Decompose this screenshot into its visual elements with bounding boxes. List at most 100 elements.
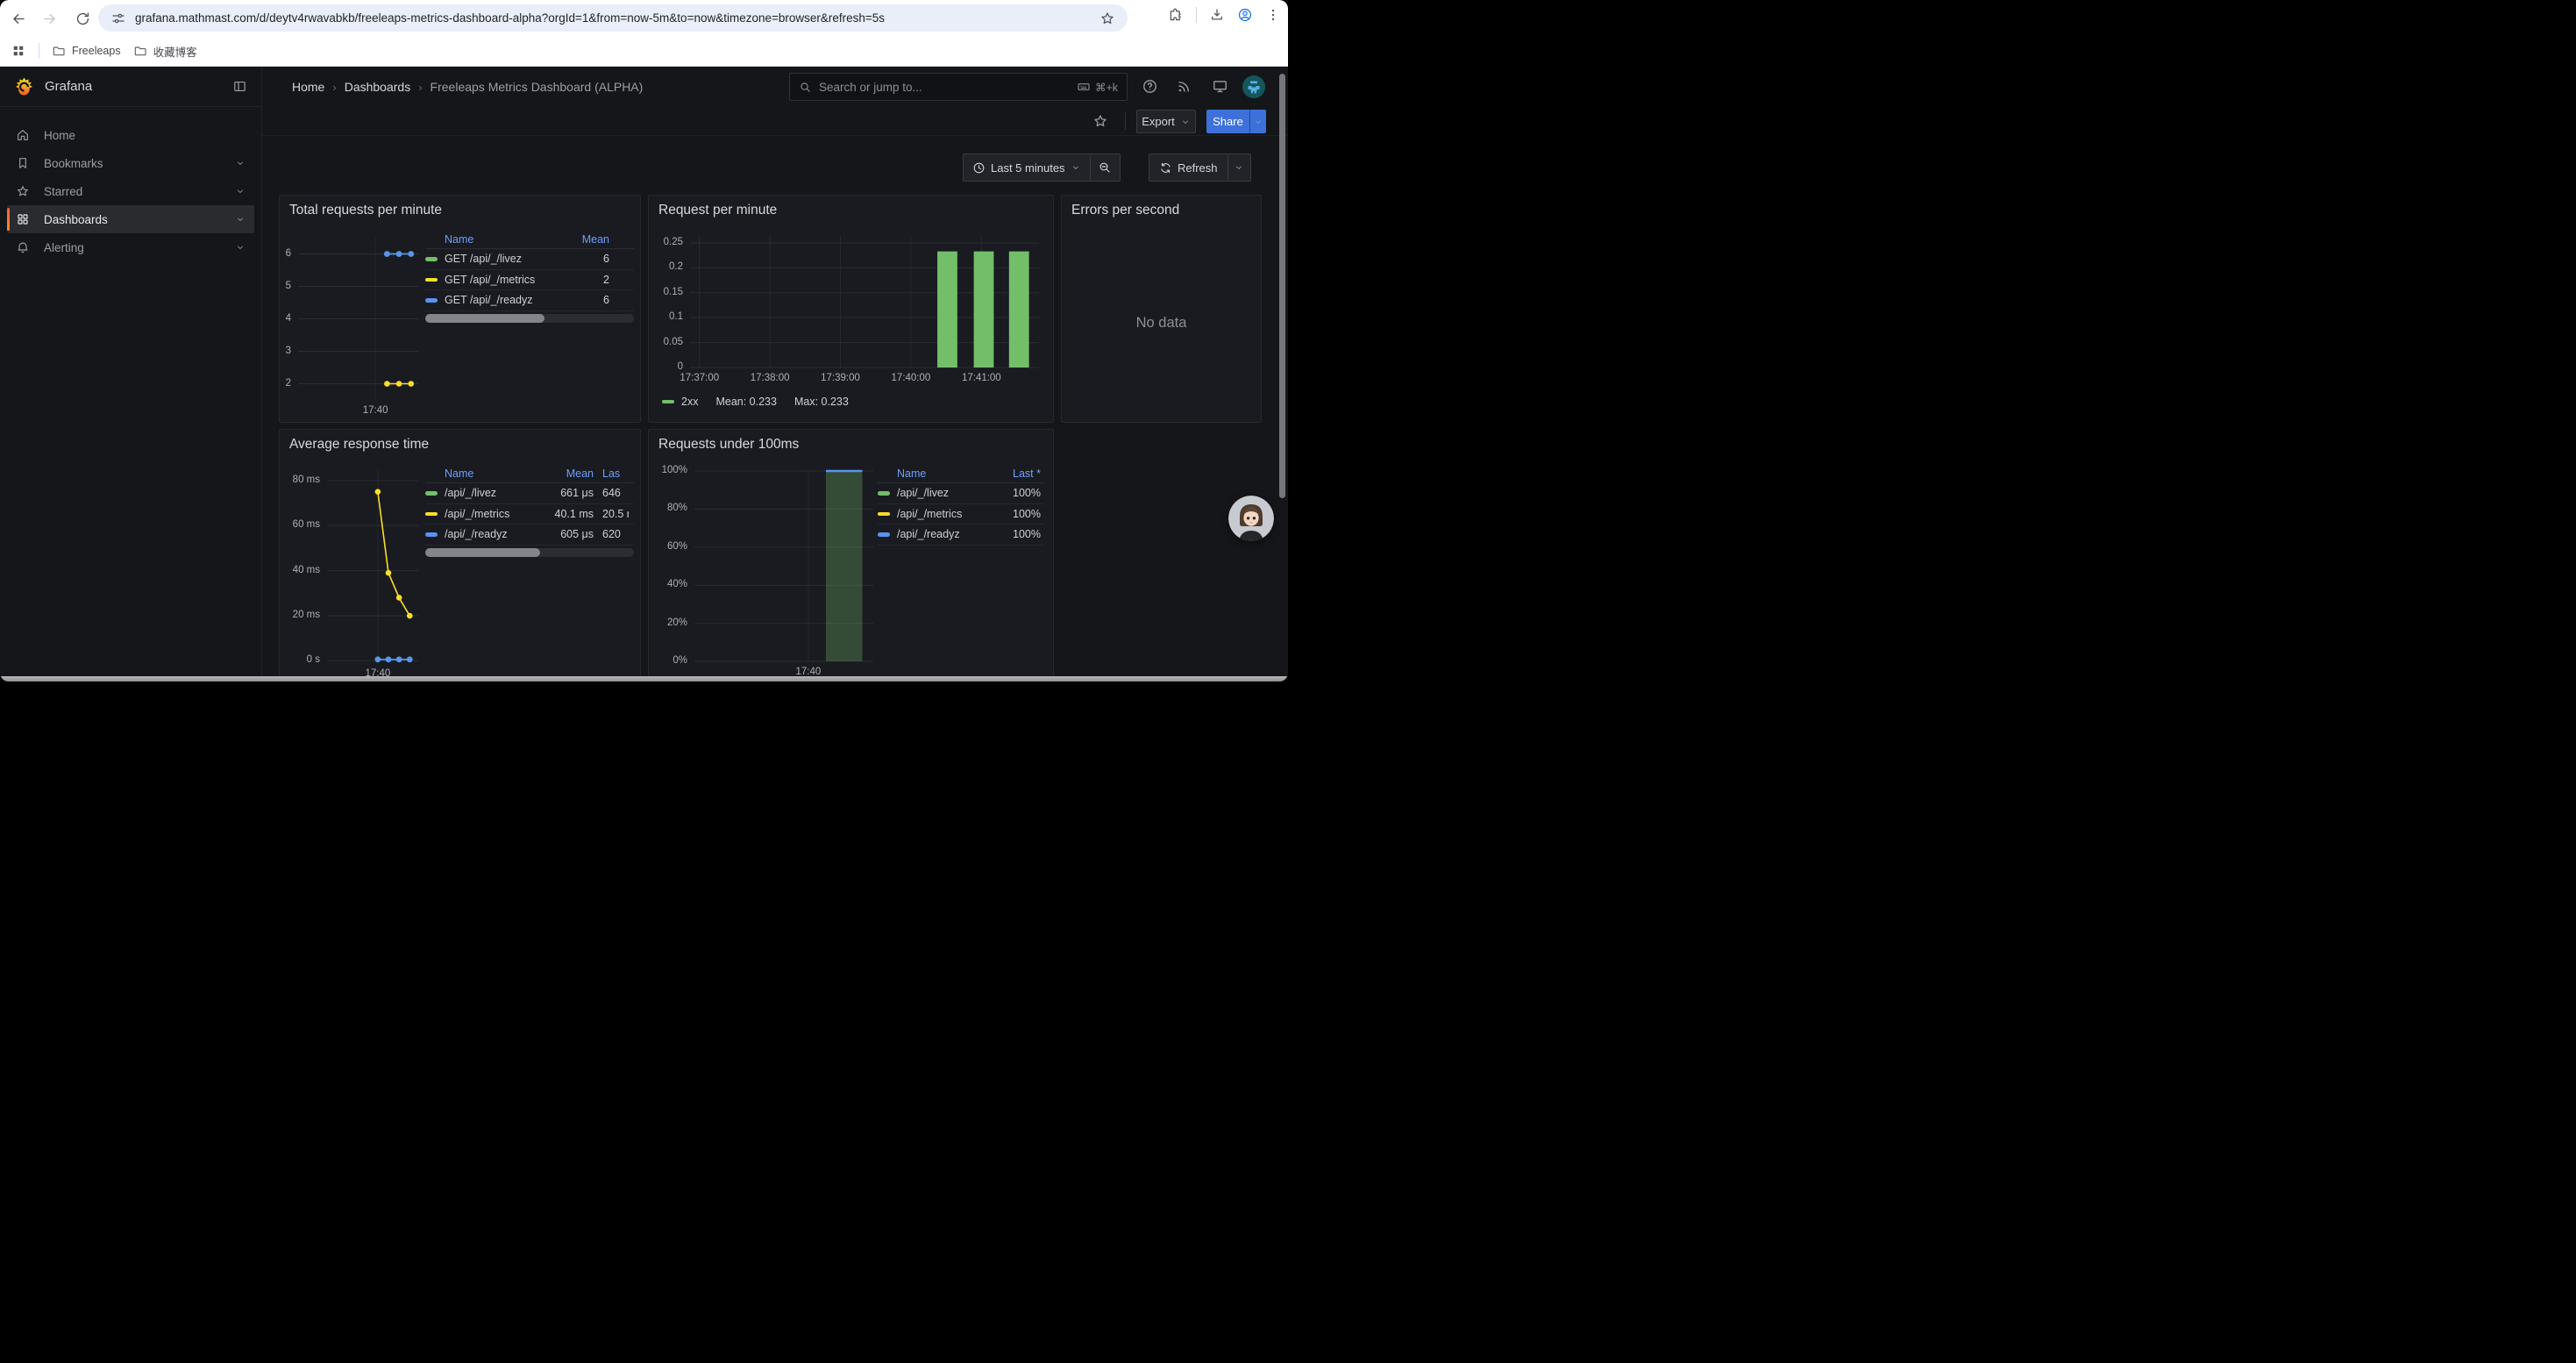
series-name[interactable]: /api/_/metrics [445, 508, 534, 520]
legend-row[interactable]: /api/_/metrics100% [878, 504, 1044, 525]
legend-row[interactable]: /api/_/readyz605 μs620 [425, 525, 634, 546]
share-dropdown-button[interactable] [1249, 110, 1266, 133]
export-button[interactable]: Export [1136, 110, 1196, 133]
x-axis-tick: 17:40:00 [871, 373, 951, 383]
legend-column-header[interactable]: Name [897, 467, 988, 480]
grafana-app: Grafana Home Bookmarks Starred [0, 67, 1288, 682]
y-axis-tick: 4 [230, 313, 291, 324]
panel-title[interactable]: Errors per second [1071, 203, 1179, 218]
panel-title[interactable]: Total requests per minute [289, 203, 442, 218]
legend-row[interactable]: GET /api/_/livez6 [425, 249, 634, 270]
series-value: 6 [553, 253, 609, 265]
grafana-logo[interactable] [14, 76, 34, 96]
zoom-out-button[interactable] [1090, 154, 1120, 181]
legend-row[interactable]: /api/_/livez100% [878, 483, 1044, 504]
series-name: 2xx [681, 396, 698, 408]
legend-header: NameLast * [878, 465, 1044, 483]
series-name[interactable]: /api/_/readyz [897, 528, 988, 540]
news-rss-icon[interactable] [1176, 78, 1193, 96]
legend-row[interactable]: GET /api/_/readyz6 [425, 290, 634, 311]
request-per-minute-chart[interactable]: 0.250.20.150.10.05017:37:0017:38:0017:39… [690, 236, 1039, 368]
brand-name: Grafana [45, 79, 232, 94]
profile-icon[interactable] [1237, 7, 1253, 23]
legend-hscrollbar[interactable] [425, 548, 634, 557]
address-bar[interactable]: grafana.mathmast.com/d/deytv4rwavabkb/fr… [98, 4, 1128, 32]
browser-window: grafana.mathmast.com/d/deytv4rwavabkb/fr… [0, 0, 1288, 682]
back-icon[interactable] [7, 7, 30, 30]
extensions-icon[interactable] [1168, 7, 1184, 23]
series-name[interactable]: GET /api/_/metrics [445, 274, 553, 286]
downloads-icon[interactable] [1209, 7, 1225, 23]
bookmark-star-icon[interactable] [1099, 11, 1115, 26]
legend-hscrollbar[interactable] [425, 314, 634, 323]
sidebar-item-bookmarks[interactable]: Bookmarks [7, 149, 254, 177]
time-range-picker[interactable]: Last 5 minutes [964, 154, 1090, 181]
series-name[interactable]: GET /api/_/readyz [445, 294, 553, 306]
avg-response-time-chart[interactable]: 80 ms60 ms40 ms20 ms0 s17:40 [327, 469, 418, 663]
legend-column-header[interactable]: Las [594, 467, 629, 480]
bookmark-folder-blogs[interactable]: 收藏博客 [133, 43, 197, 60]
legend-column-header[interactable]: Mean [534, 467, 594, 480]
horizontal-scrollbar[interactable] [0, 676, 1288, 682]
panel-title[interactable]: Request per minute [658, 203, 777, 218]
panel-avg-response-time: Average response time 80 ms60 ms40 ms20 … [279, 429, 641, 682]
y-axis-tick: 3 [230, 346, 291, 356]
grafana-sidebar: Grafana Home Bookmarks Starred [0, 67, 262, 682]
legend-header: NameMean [425, 231, 634, 249]
apps-grid-icon[interactable] [11, 43, 26, 59]
reload-icon[interactable] [71, 7, 94, 30]
legend-row[interactable]: /api/_/readyz100% [878, 525, 1044, 546]
sidebar-item-home[interactable]: Home [7, 121, 254, 149]
legend-row[interactable]: GET /api/_/metrics2 [425, 270, 634, 291]
requests-under-100ms-chart[interactable]: 100%80%60%40%20%0%17:40 [694, 471, 873, 661]
user-avatar[interactable] [1242, 75, 1265, 103]
series-name[interactable]: /api/_/livez [445, 487, 534, 499]
legend-row[interactable]: /api/_/livez661 μs646 [425, 483, 634, 504]
panel-title[interactable]: Average response time [289, 437, 429, 453]
sidebar-item-alerting[interactable]: Alerting [7, 233, 254, 261]
browser-menu-icon[interactable] [1265, 7, 1281, 23]
series-value: 40.1 ms [534, 508, 594, 520]
chevron-down-icon[interactable] [235, 158, 246, 168]
legend-column-header[interactable]: Mean [553, 233, 609, 246]
series-name[interactable]: /api/_/livez [897, 487, 988, 499]
help-icon[interactable] [1142, 78, 1159, 96]
monitor-icon[interactable] [1212, 78, 1229, 96]
breadcrumb-home[interactable]: Home [292, 80, 324, 94]
legend-column-header[interactable]: Name [445, 233, 553, 246]
y-axis-tick: 0 [622, 361, 683, 372]
vertical-scrollbar[interactable] [1279, 74, 1285, 498]
avg-response-time-legend: NameMeanLas/api/_/livez661 μs646/api/_/m… [425, 465, 634, 557]
series-name[interactable]: /api/_/readyz [445, 528, 534, 540]
site-settings-icon[interactable] [110, 11, 126, 26]
breadcrumb-dashboards[interactable]: Dashboards [345, 80, 411, 94]
refresh-label: Refresh [1178, 161, 1218, 175]
dock-sidebar-icon[interactable] [232, 79, 247, 94]
share-button[interactable]: Share [1206, 110, 1249, 133]
favorite-star-icon[interactable] [1092, 113, 1108, 129]
chevron-down-icon[interactable] [235, 214, 246, 225]
sidebar-item-dashboards[interactable]: Dashboards [7, 205, 254, 233]
search-input-wrap[interactable]: ⌘+k [789, 73, 1128, 101]
refresh-button[interactable]: Refresh [1149, 154, 1228, 181]
total-requests-chart[interactable]: 6543217:40 [298, 238, 418, 400]
legend-column-header[interactable]: Last * [988, 467, 1041, 480]
forward-icon[interactable] [38, 7, 60, 30]
legend-row[interactable]: /api/_/metrics40.1 ms20.5 r [425, 504, 634, 525]
sidebar-item-starred[interactable]: Starred [7, 177, 254, 205]
assistant-avatar-widget[interactable] [1228, 496, 1274, 541]
legend-column-header[interactable]: Name [445, 467, 534, 480]
search-input[interactable] [819, 81, 1070, 94]
y-axis-tick: 80% [626, 503, 687, 513]
panel-title[interactable]: Requests under 100ms [658, 437, 799, 453]
chevron-down-icon[interactable] [235, 186, 246, 196]
series-dash [425, 491, 438, 496]
series-name[interactable]: GET /api/_/livez [445, 253, 553, 265]
series-name[interactable]: /api/_/metrics [897, 508, 988, 520]
refresh-interval-dropdown[interactable] [1228, 154, 1250, 181]
x-axis-tick: 17:39:00 [801, 373, 881, 383]
y-axis-tick: 40 ms [259, 565, 320, 575]
bookmark-folder-freeleaps[interactable]: Freeleaps [52, 44, 121, 58]
url-text[interactable]: grafana.mathmast.com/d/deytv4rwavabkb/fr… [135, 11, 1099, 25]
request-per-minute-legend[interactable]: 2xx Mean: 0.233 Max: 0.233 [662, 396, 849, 408]
